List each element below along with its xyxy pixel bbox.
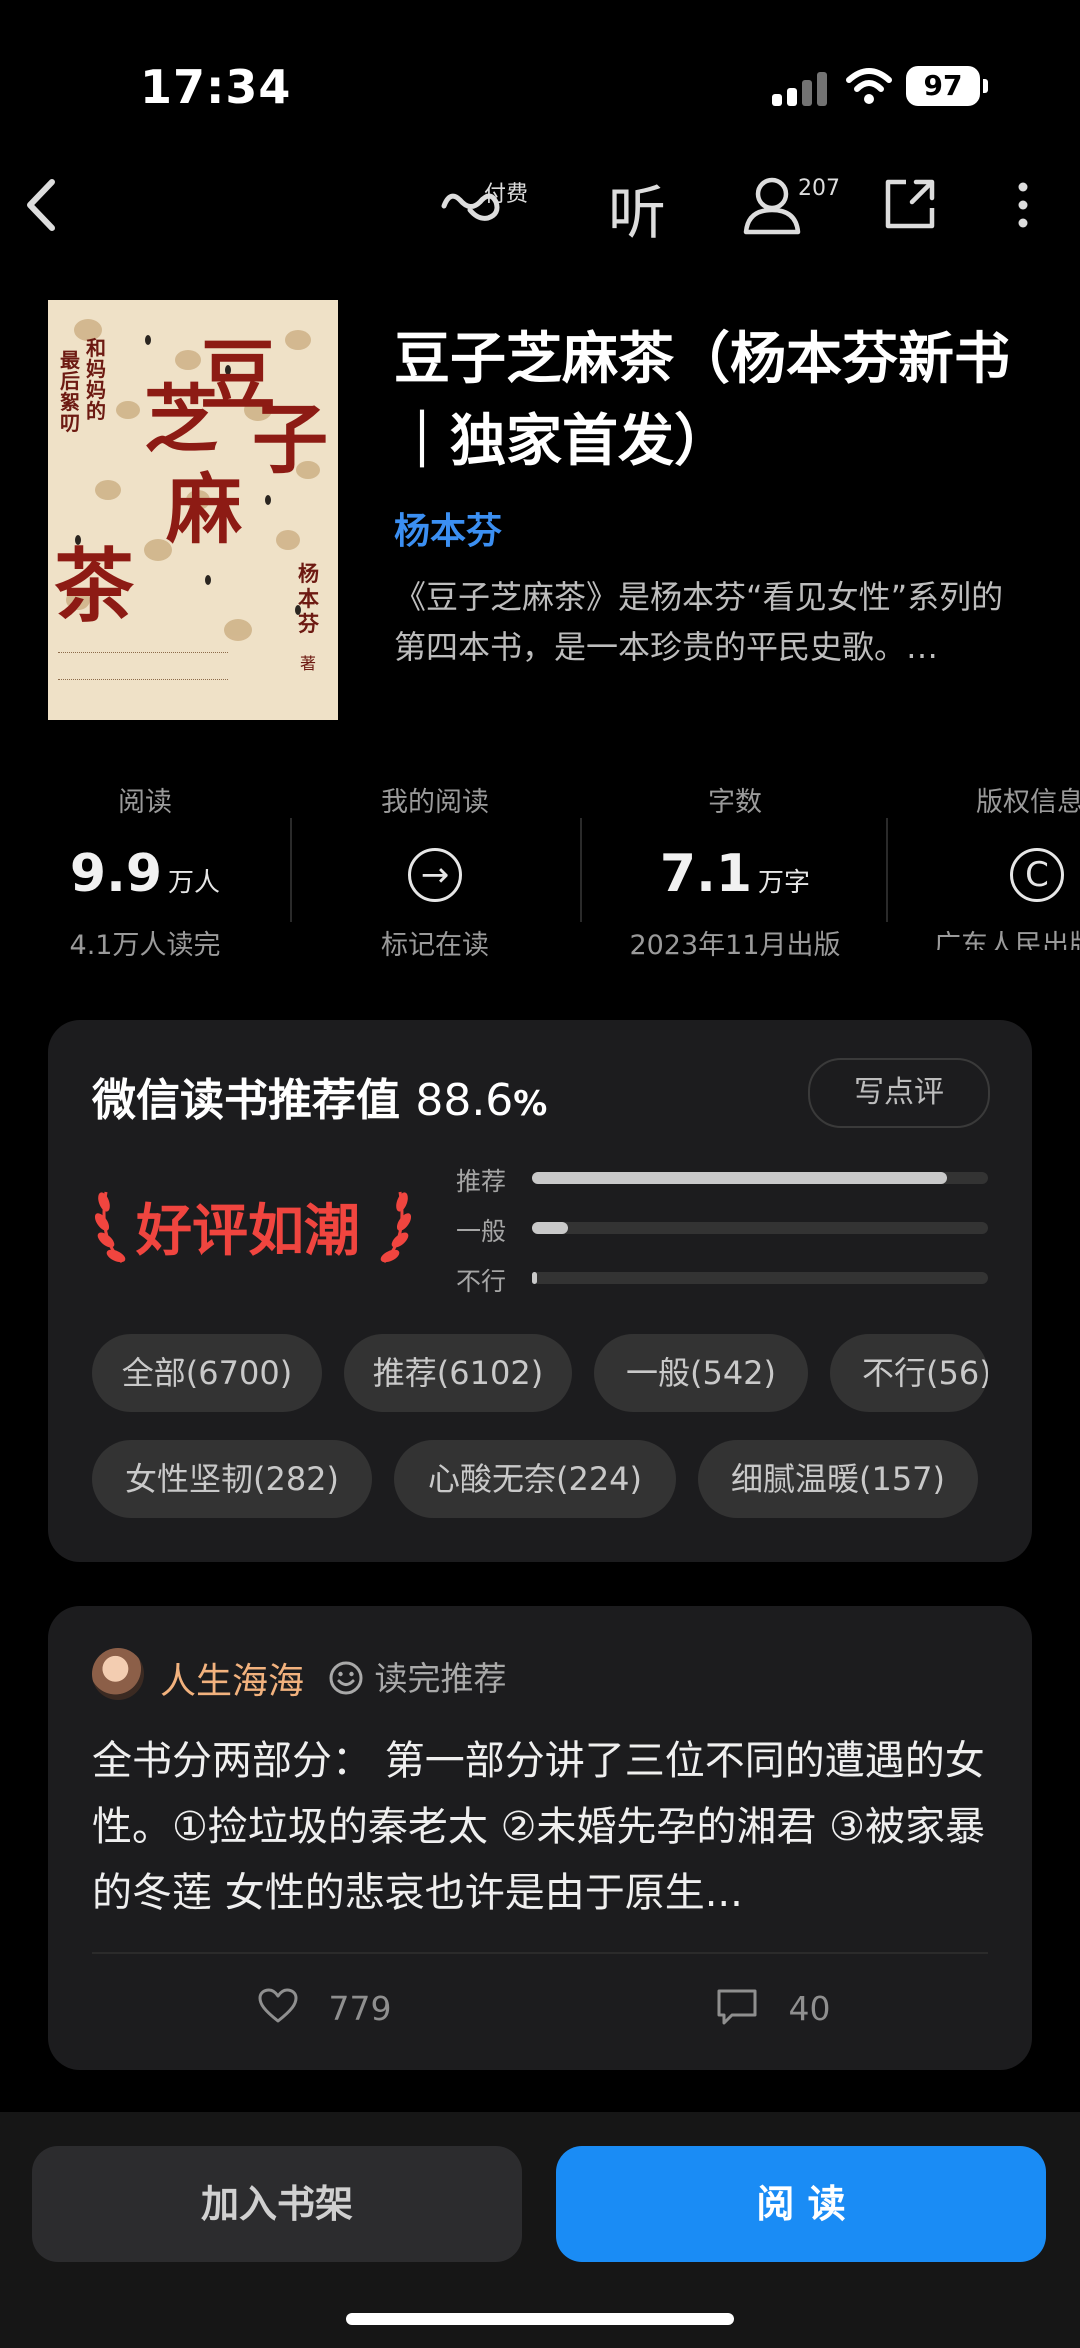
book-author[interactable]: 杨本芬: [394, 502, 502, 554]
bar-fill-bad: [532, 1272, 537, 1284]
arrow-circle-icon: →: [408, 847, 462, 902]
cover-title-char: 子: [252, 395, 328, 484]
bar-fill-recommend: [532, 1172, 947, 1184]
tts-paid-badge: 付费: [484, 182, 529, 207]
more-icon[interactable]: [1012, 180, 1034, 230]
status-time: 17:34: [140, 60, 292, 114]
recommend-value: 88.6: [415, 1075, 514, 1126]
smile-icon: [329, 1661, 363, 1695]
avatar[interactable]: [92, 1648, 144, 1700]
comment-icon: [717, 1989, 757, 2025]
stat-value: 9.9: [69, 844, 163, 904]
filter-chip-all[interactable]: 全部(6700): [92, 1334, 322, 1412]
stat-word-count[interactable]: 字数 7.1 万字 2023年11月出版: [590, 780, 880, 962]
stat-unit: 万字: [758, 868, 811, 898]
reviewer-name[interactable]: 人生海海: [160, 1652, 304, 1704]
bar-track-recommend: [532, 1172, 988, 1184]
cover-author-suffix: 著: [300, 654, 317, 673]
divider: [92, 1952, 988, 1954]
battery-indicator: 97: [906, 66, 988, 106]
stat-sub: 4.1万人读完: [69, 930, 221, 961]
readers-count: 207: [798, 176, 840, 201]
filter-chip-bad[interactable]: 不行(56): [830, 1334, 988, 1412]
stat-value: 7.1: [659, 844, 753, 904]
bar-label-bad: 不行: [456, 1267, 507, 1296]
bar-label-average: 一般: [456, 1217, 507, 1246]
wifi-icon: [846, 68, 892, 104]
filter-chip-tag[interactable]: 女性坚韧(282): [92, 1440, 372, 1518]
heart-icon: [258, 1988, 298, 2023]
stat-unit: 万人: [168, 868, 221, 898]
cover-title-char: 茶: [54, 539, 134, 633]
stat-label: 版权信息: [976, 787, 1080, 818]
share-icon[interactable]: [882, 176, 938, 232]
comment-button[interactable]: 40: [716, 1988, 831, 2028]
stat-label: 字数: [708, 787, 762, 818]
recommend-title: 微信读书推荐值 88.6%: [92, 1064, 547, 1128]
read-button[interactable]: 阅 读: [556, 2146, 1046, 2262]
review-text[interactable]: 全书分两部分： 第一部分讲了三位不同的遭遇的女性。①捡垃圾的秦老太 ②未婚先孕的…: [92, 1728, 992, 1926]
cellular-signal-icon: [772, 72, 828, 106]
cover-tagline: 最后絮叨: [60, 348, 80, 435]
rating-badge-text: 好评如潮: [136, 1199, 360, 1264]
bar-label-recommend: 推荐: [456, 1167, 507, 1196]
review-tag-label: 读完推荐: [374, 1659, 507, 1698]
stat-label: 我的阅读: [381, 787, 489, 818]
book-cover[interactable]: 豆 子 芝 麻 茶 和妈妈的 最后絮叨 杨本芬 著: [48, 300, 338, 720]
book-description[interactable]: 《豆子芝麻茶》是杨本芬“看见女性”系列的第四本书，是一本珍贵的平民史歌。…: [394, 572, 1034, 672]
back-icon[interactable]: [18, 170, 64, 240]
review-tag: 读完推荐: [328, 1652, 507, 1700]
home-indicator[interactable]: [346, 2313, 734, 2325]
add-to-shelf-button[interactable]: 加入书架: [32, 2146, 522, 2262]
recommend-title-label: 微信读书推荐值: [92, 1075, 400, 1126]
laurel-left-icon: [94, 1191, 126, 1264]
bar-track-bad: [532, 1272, 988, 1284]
stat-copyright[interactable]: 版权信息 C 广东人民出版社: [920, 780, 1080, 950]
cover-blurb: [58, 652, 228, 680]
stat-my-reading[interactable]: 我的阅读 → 标记在读: [290, 780, 580, 962]
filter-chip-tag[interactable]: 细腻温暖(157): [698, 1440, 978, 1518]
stat-divider: [886, 818, 888, 922]
cover-author: 杨本芬: [298, 562, 319, 636]
filter-chip-tag[interactable]: 心酸无奈(224): [394, 1440, 676, 1518]
rating-badge: 好评如潮: [92, 1178, 422, 1270]
readers-icon[interactable]: [742, 174, 802, 236]
bar-fill-average: [532, 1222, 569, 1234]
filter-chip-recommend[interactable]: 推荐(6102): [344, 1334, 572, 1412]
stat-label: 阅读: [118, 787, 172, 818]
laurel-right-icon: [380, 1191, 412, 1264]
cover-tagline: 和妈妈的: [86, 336, 106, 423]
bar-track-average: [532, 1222, 988, 1234]
like-button[interactable]: 779: [258, 1988, 392, 2028]
write-review-button[interactable]: 写点评: [808, 1058, 990, 1128]
stat-sub: 2023年11月出版: [629, 930, 841, 961]
recommend-unit: %: [513, 1084, 548, 1124]
stat-sub: 标记在读: [381, 930, 489, 961]
copyright-icon: C: [1010, 847, 1064, 902]
stat-readers[interactable]: 阅读 9.9 万人 4.1万人读完: [0, 780, 290, 962]
like-count: 779: [328, 1989, 392, 2028]
filter-chip-average[interactable]: 一般(542): [594, 1334, 808, 1412]
stat-divider: [580, 818, 582, 922]
stat-sub: 广东人民出版社: [934, 930, 1080, 950]
book-title: 豆子芝麻茶（杨本芬新书｜独家首发）: [394, 326, 1010, 474]
comment-count: 40: [788, 1989, 831, 2028]
cover-title-char: 麻: [166, 465, 242, 554]
listen-button[interactable]: 听: [608, 166, 666, 250]
